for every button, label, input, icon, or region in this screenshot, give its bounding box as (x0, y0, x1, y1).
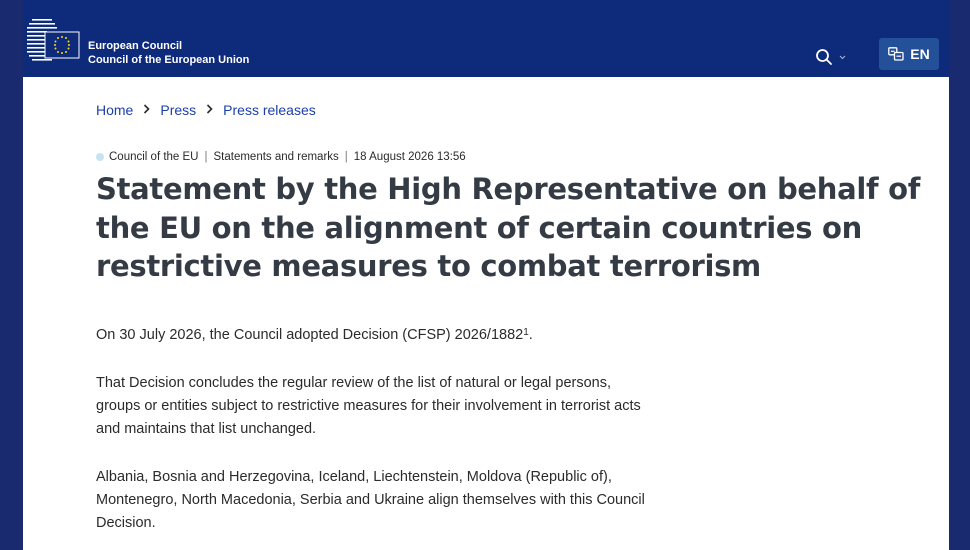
brand-name[interactable]: European Council Council of the European… (88, 39, 249, 67)
meta-separator: | (344, 151, 348, 163)
chevron-down-icon (839, 55, 846, 59)
breadcrumb-press-link[interactable]: Press (160, 102, 196, 118)
meta-category: Statements and remarks (213, 151, 339, 163)
paragraph-1-end: . (528, 327, 533, 343)
site-header: European Council Council of the European… (23, 0, 949, 77)
meta-separator: | (204, 151, 208, 163)
institution-dot-icon (96, 153, 104, 161)
article-paragraph-2: That Decision concludes the regular revi… (96, 375, 641, 437)
language-label: EN (910, 46, 930, 62)
article-paragraph-1: On 30 July 2026, the Council adopted Dec… (96, 324, 656, 347)
paragraph-1-text: On 30 July 2026, the Council adopted Dec… (96, 327, 524, 343)
article-meta: Council of the EU | Statements and remar… (96, 151, 466, 163)
translate-icon (888, 47, 904, 61)
brand-line-2: Council of the European Union (88, 54, 250, 66)
breadcrumb: Home Press Press releases (96, 102, 316, 118)
article-paragraph-3: Albania, Bosnia and Herzegovina, Iceland… (96, 469, 645, 531)
european-council-logo-icon[interactable] (27, 16, 83, 64)
breadcrumb-home-link[interactable]: Home (96, 102, 133, 118)
page-title: Statement by the High Representative on … (96, 172, 921, 283)
meta-date: 18 August 2026 13:56 (353, 151, 466, 163)
meta-institution: Council of the EU (109, 151, 199, 163)
breadcrumb-press-releases-link[interactable]: Press releases (223, 102, 316, 118)
chevron-right-icon (206, 103, 213, 117)
footnote-link[interactable]: 1 (523, 327, 529, 338)
page-frame: European Council Council of the European… (23, 0, 949, 550)
chevron-right-icon (143, 103, 150, 117)
search-button[interactable] (815, 44, 857, 70)
language-selector-button[interactable]: EN (879, 38, 939, 70)
brand-line-1: European Council (88, 40, 183, 52)
search-icon (816, 49, 832, 65)
